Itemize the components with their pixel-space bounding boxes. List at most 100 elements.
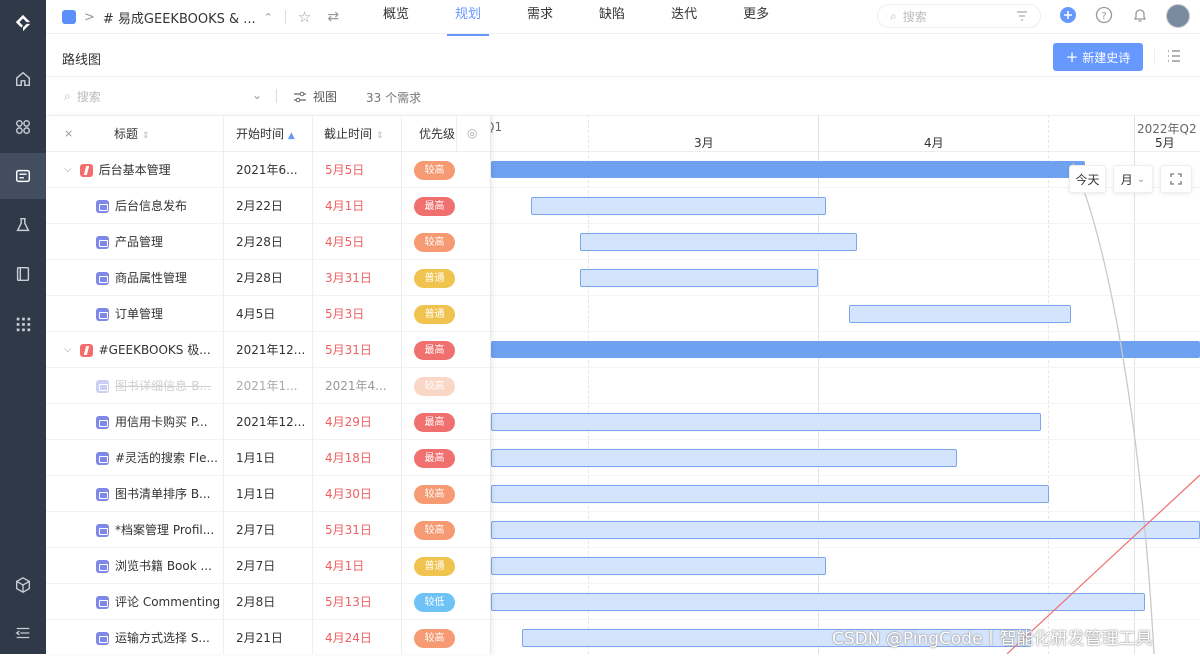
row-end[interactable]: 5月3日 (325, 296, 395, 332)
tab-requirements[interactable]: 需求 (504, 0, 576, 36)
collapse-menu-icon[interactable] (0, 610, 46, 656)
row-priority[interactable]: 普通 (402, 260, 462, 296)
apps-grid-icon[interactable] (0, 104, 46, 150)
row-start[interactable]: 2021年6... (236, 152, 306, 188)
row-end[interactable]: 5月5日 (325, 152, 395, 188)
notification-bell-icon[interactable] (1131, 6, 1149, 24)
roadmap-search-input[interactable]: ⌕ 搜索 (64, 88, 101, 105)
table-row[interactable]: 图书详细信息-B... 2021年1... 2021年4... 较高 (46, 368, 490, 404)
switch-icon[interactable]: ⇄ (327, 9, 339, 25)
row-title[interactable]: 商品属性管理 (96, 260, 221, 296)
row-start[interactable]: 2月28日 (236, 260, 306, 296)
tab-overview[interactable]: 概览 (360, 0, 432, 36)
tab-planning[interactable]: 规划 (432, 0, 504, 36)
row-end[interactable]: 4月24日 (325, 620, 395, 654)
row-priority[interactable]: 较高 (402, 620, 462, 654)
column-start[interactable]: 开始时间 ▲ (236, 116, 295, 152)
row-priority[interactable]: 普通 (402, 548, 462, 584)
row-title[interactable]: ⌵ 后台基本管理 (64, 152, 214, 188)
row-end[interactable]: 4月29日 (325, 404, 395, 440)
table-row[interactable]: 用信用卡购买 P... 2021年12... 4月29日 最高 (46, 404, 490, 440)
fullscreen-button[interactable] (1160, 165, 1192, 193)
avatar[interactable] (1166, 4, 1190, 28)
test-flask-icon[interactable] (0, 202, 46, 248)
row-title[interactable]: 产品管理 (96, 224, 221, 260)
row-priority[interactable]: 普通 (402, 296, 462, 332)
row-end[interactable]: 4月1日 (325, 548, 395, 584)
today-button[interactable]: 今天 (1069, 165, 1106, 193)
row-priority[interactable]: 较高 (402, 512, 462, 548)
row-end[interactable]: 5月13日 (325, 584, 395, 620)
row-start[interactable]: 2月7日 (236, 548, 306, 584)
row-title[interactable]: 浏览书籍 Book ... (96, 548, 221, 584)
table-row[interactable]: 评论 Commenting 2月8日 5月13日 较低 (46, 584, 490, 620)
row-start[interactable]: 2021年1... (236, 368, 306, 404)
project-name[interactable]: # 易成GEEKBOOKS & ... (103, 8, 256, 27)
project-icon[interactable] (0, 153, 46, 199)
tab-more[interactable]: 更多 (720, 0, 792, 36)
row-end[interactable]: 4月5日 (325, 224, 395, 260)
row-start[interactable]: 2月21日 (236, 620, 306, 654)
row-priority[interactable]: 最高 (402, 188, 462, 224)
row-start[interactable]: 1月1日 (236, 440, 306, 476)
filter-icon[interactable] (1016, 10, 1028, 22)
table-row[interactable]: 产品管理 2月28日 4月5日 较高 (46, 224, 490, 260)
row-title[interactable]: 后台信息发布 (96, 188, 221, 224)
row-start[interactable]: 2月22日 (236, 188, 306, 224)
tab-iterations[interactable]: 迭代 (648, 0, 720, 36)
row-end[interactable]: 2021年4... (325, 368, 395, 404)
more-apps-icon[interactable] (0, 301, 46, 347)
logo-icon[interactable] (0, 0, 46, 46)
row-end[interactable]: 4月30日 (325, 476, 395, 512)
row-title[interactable]: #灵活的搜索 Fle... (96, 440, 221, 476)
row-priority[interactable]: 较高 (402, 368, 462, 404)
table-row[interactable]: ⌵ #GEEKBOOKS 极... 2021年12... 5月31日 最高 (46, 332, 490, 368)
switch-project-icon[interactable]: ⌃ (264, 11, 273, 24)
table-row[interactable]: 图书清单排序 B... 1月1日 4月30日 较高 (46, 476, 490, 512)
row-priority[interactable]: 较高 (402, 224, 462, 260)
table-row[interactable]: #灵活的搜索 Fle... 1月1日 4月18日 最高 (46, 440, 490, 476)
row-start[interactable]: 2月7日 (236, 512, 306, 548)
row-start[interactable]: 2021年12... (236, 404, 306, 440)
row-priority[interactable]: 较低 (402, 584, 462, 620)
row-start[interactable]: 1月1日 (236, 476, 306, 512)
wiki-book-icon[interactable] (0, 251, 46, 297)
table-row[interactable]: 订单管理 4月5日 5月3日 普通 (46, 296, 490, 332)
star-icon[interactable]: ☆ (298, 8, 311, 26)
view-button[interactable]: 视图 (293, 88, 337, 105)
column-priority[interactable]: 优先级 (419, 116, 455, 152)
scale-select[interactable]: 月 ⌄ (1113, 165, 1153, 193)
row-title[interactable]: *档案管理 Profil... (96, 512, 221, 548)
table-row[interactable]: 后台信息发布 2月22日 4月1日 最高 (46, 188, 490, 224)
table-row[interactable]: 运输方式选择 S... 2月21日 4月24日 较高 (46, 620, 490, 654)
row-priority[interactable]: 较高 (402, 476, 462, 512)
row-end[interactable]: 5月31日 (325, 332, 395, 368)
row-priority[interactable]: 最高 (402, 332, 462, 368)
chevron-down-icon[interactable]: ⌄ (252, 88, 262, 102)
table-row[interactable]: 商品属性管理 2月28日 3月31日 普通 (46, 260, 490, 296)
row-title[interactable]: 订单管理 (96, 296, 221, 332)
row-start[interactable]: 2月8日 (236, 584, 306, 620)
chevron-down-icon[interactable]: ⌵ (64, 332, 72, 368)
row-end[interactable]: 3月31日 (325, 260, 395, 296)
row-title[interactable]: 评论 Commenting (96, 584, 221, 620)
chevron-down-icon[interactable]: ⌵ (64, 152, 72, 188)
row-priority[interactable]: 较高 (402, 152, 462, 188)
home-icon[interactable] (0, 56, 46, 102)
table-row[interactable]: *档案管理 Profil... 2月7日 5月31日 较高 (46, 512, 490, 548)
row-priority[interactable]: 最高 (402, 404, 462, 440)
row-end[interactable]: 4月1日 (325, 188, 395, 224)
row-end[interactable]: 5月31日 (325, 512, 395, 548)
tab-defects[interactable]: 缺陷 (576, 0, 648, 36)
column-title[interactable]: 标题 ⇕ (114, 116, 149, 152)
add-circle-icon[interactable] (1059, 6, 1077, 24)
row-title[interactable]: 图书清单排序 B... (96, 476, 221, 512)
new-epic-button[interactable]: + 新建史诗 (1053, 43, 1143, 71)
table-row[interactable]: 浏览书籍 Book ... 2月7日 4月1日 普通 (46, 548, 490, 584)
list-view-icon[interactable] (1166, 48, 1182, 64)
table-row[interactable]: ⌵ 后台基本管理 2021年6... 5月5日 较高 (46, 152, 490, 188)
row-start[interactable]: 2月28日 (236, 224, 306, 260)
row-title[interactable]: 运输方式选择 S... (96, 620, 221, 654)
row-title[interactable]: 图书详细信息-B... (96, 368, 221, 404)
column-settings-icon[interactable]: ◎ (467, 126, 477, 140)
